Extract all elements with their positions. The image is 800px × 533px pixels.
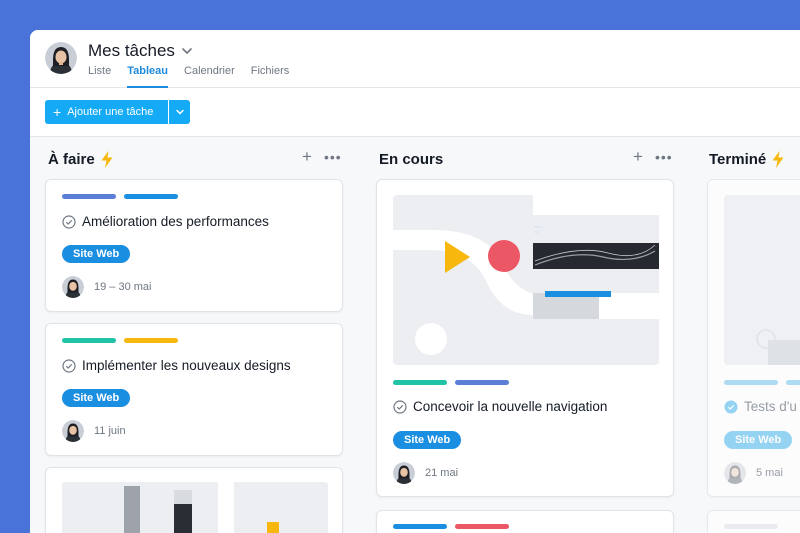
add-task-dropdown-button[interactable] [169, 100, 190, 124]
project-badge[interactable]: Site Web [62, 389, 131, 407]
chevron-down-icon [175, 109, 184, 115]
app-window: Mes tâches Liste Tableau Calendrier Fich… [30, 30, 800, 533]
task-name: Amélioration des performances [82, 214, 269, 229]
view-tabs: Liste Tableau Calendrier Fichiers [88, 64, 305, 88]
due-date: 11 juin [94, 425, 126, 437]
tab-files[interactable]: Fichiers [251, 64, 290, 88]
column-title: En cours [379, 150, 444, 168]
project-badge[interactable]: Site Web [62, 245, 131, 263]
color-bar [786, 380, 800, 385]
assignee-avatar[interactable] [393, 462, 415, 484]
bolt-icon [772, 150, 784, 168]
project-badge[interactable]: Site Web [724, 431, 793, 449]
check-circle-icon[interactable] [62, 358, 76, 373]
color-bar [124, 194, 178, 199]
task-name: Tests d'u [744, 399, 797, 414]
due-date: 19 – 30 mai [94, 281, 152, 293]
check-circle-filled-icon[interactable] [724, 400, 738, 414]
assignee-avatar[interactable] [62, 420, 84, 442]
add-card-icon[interactable]: + [302, 148, 312, 165]
card-cover-image [393, 195, 659, 365]
chevron-down-icon[interactable] [180, 44, 194, 58]
add-task-label: Ajouter une tâche [67, 106, 154, 118]
tag-bars [393, 380, 517, 385]
check-circle-icon[interactable] [62, 214, 76, 229]
task-card[interactable]: Implémenter les nouveaux designs Site We… [45, 323, 343, 456]
assignee-avatar[interactable] [62, 276, 84, 298]
more-options-icon[interactable]: ••• [655, 150, 673, 164]
color-bar [724, 524, 778, 529]
plus-icon: + [53, 104, 62, 120]
tag-bars [62, 194, 186, 199]
user-avatar[interactable] [45, 42, 77, 74]
task-card[interactable] [376, 510, 674, 533]
task-card[interactable] [45, 467, 343, 533]
task-card[interactable] [707, 510, 800, 533]
column-header-in-progress: En cours [379, 147, 443, 171]
column-actions-in-progress: + ••• [633, 148, 673, 165]
color-bar [724, 380, 778, 385]
task-card[interactable]: Tests d'u Site Web 5 mai [707, 179, 800, 497]
card-cover-image [724, 195, 800, 365]
task-card[interactable]: Amélioration des performances Site Web 1… [45, 179, 343, 312]
color-bar [393, 524, 447, 529]
more-options-icon[interactable]: ••• [324, 150, 342, 164]
task-name: Concevoir la nouvelle navigation [413, 399, 608, 414]
bolt-icon [101, 150, 113, 168]
task-name: Implémenter les nouveaux designs [82, 358, 291, 373]
tag-bars [62, 338, 186, 343]
color-bar [124, 338, 178, 343]
assignee-avatar[interactable] [724, 462, 746, 484]
color-bar [62, 338, 116, 343]
color-bar [393, 380, 447, 385]
task-card[interactable]: Concevoir la nouvelle navigation Site We… [376, 179, 674, 497]
due-date: 5 mai [756, 467, 783, 479]
add-task-button[interactable]: + Ajouter une tâche [45, 100, 168, 124]
color-bar [455, 380, 509, 385]
project-header: Mes tâches Liste Tableau Calendrier Fich… [30, 30, 800, 88]
tag-bars [724, 524, 786, 529]
toolbar: + Ajouter une tâche [30, 88, 800, 137]
tab-board[interactable]: Tableau [127, 64, 168, 88]
tab-calendar[interactable]: Calendrier [184, 64, 235, 88]
add-card-icon[interactable]: + [633, 148, 643, 165]
column-title: À faire [48, 150, 95, 168]
page-title: Mes tâches [88, 41, 175, 60]
due-date: 21 mai [425, 467, 459, 479]
color-bar [455, 524, 509, 529]
column-actions-todo: + ••• [302, 148, 342, 165]
column-header-todo: À faire [48, 147, 114, 171]
project-badge[interactable]: Site Web [393, 431, 462, 449]
column-header-done: Terminé [709, 147, 785, 171]
check-circle-icon[interactable] [393, 399, 407, 414]
column-title: Terminé [709, 150, 767, 168]
color-bar [62, 194, 116, 199]
tag-bars [393, 524, 517, 529]
tab-list[interactable]: Liste [88, 64, 111, 88]
card-cover-image [62, 482, 328, 533]
tag-bars [724, 380, 800, 385]
